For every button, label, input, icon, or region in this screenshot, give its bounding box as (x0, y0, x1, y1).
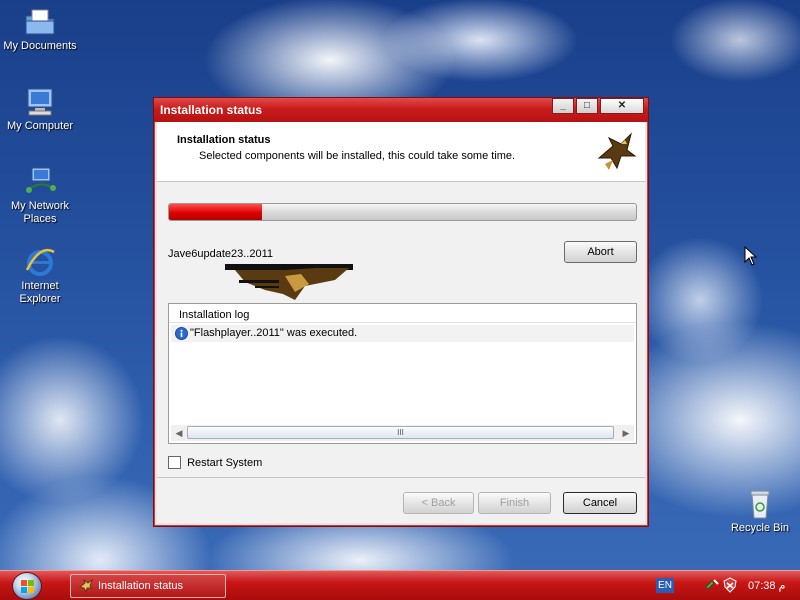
installer-app-icon (79, 579, 93, 593)
desktop-icon-recycle-bin[interactable]: Recycle Bin (720, 488, 800, 535)
computer-icon (27, 88, 53, 116)
eagle-artifact-icon (225, 264, 353, 300)
start-button[interactable] (12, 572, 42, 600)
desktop-icon-label: My Network Places (10, 200, 70, 225)
folder-documents-icon (25, 9, 55, 35)
scroll-thumb[interactable]: III (187, 426, 614, 439)
taskbar: Installation status EN 07:38 م (0, 570, 800, 600)
log-entry-text: "Flashplayer..2011" was executed. (190, 327, 358, 339)
recycle-bin-icon (750, 490, 770, 519)
safely-remove-hardware-icon[interactable] (704, 577, 720, 593)
close-button[interactable]: ✕ (600, 98, 644, 114)
minimize-icon: _ (560, 100, 566, 111)
header-title: Installation status (177, 134, 271, 146)
window-client: Installation status Selected components … (157, 122, 645, 523)
finish-button[interactable]: Finish (478, 492, 551, 514)
progress-fill (169, 204, 263, 220)
title-bar[interactable]: Installation status _ □ ✕ (154, 98, 648, 122)
desktop-icon-my-computer[interactable]: My Computer (0, 86, 80, 133)
log-header-label: Installation log (179, 309, 250, 321)
desktop-icon-network-places[interactable]: My Network Places (0, 166, 80, 226)
installation-log: Installation log "Flashplayer..2011" was… (168, 303, 637, 444)
restart-system-option[interactable]: Restart System (168, 456, 262, 469)
clock[interactable]: 07:38 م (748, 579, 785, 592)
network-icon (26, 167, 56, 193)
footer-divider (157, 477, 645, 478)
installation-progress-bar (168, 203, 637, 221)
abort-button[interactable]: Abort (564, 241, 637, 263)
window-title: Installation status (160, 103, 263, 117)
maximize-button[interactable]: □ (576, 98, 598, 114)
current-file-label: Jave6update23..2011 (168, 248, 273, 260)
desktop-icon-label: Internet Explorer (19, 280, 61, 305)
header-subtitle: Selected components will be installed, t… (199, 150, 516, 162)
scroll-right-icon[interactable]: ▶ (620, 427, 632, 439)
back-button[interactable]: < Back (403, 492, 474, 514)
close-icon: ✕ (617, 100, 627, 111)
desktop-icon-my-documents[interactable]: My Documents (0, 6, 80, 53)
maximize-icon: □ (583, 100, 591, 111)
desktop-icon-label: Recycle Bin (730, 522, 790, 534)
cancel-button[interactable]: Cancel (563, 492, 637, 514)
info-icon (175, 327, 188, 340)
horizontal-scrollbar[interactable]: ◀ III ▶ (171, 425, 634, 441)
installer-window: Installation status _ □ ✕ Installation s… (153, 97, 649, 527)
windows-logo-icon (21, 580, 34, 593)
eagle-logo-icon (597, 132, 637, 170)
desktop-icon-label: My Computer (6, 120, 74, 132)
header-panel: Installation status Selected components … (157, 122, 645, 182)
taskbar-item-installation-status[interactable]: Installation status (70, 574, 226, 598)
desktop-icon-label: My Documents (3, 40, 77, 52)
restart-system-checkbox[interactable] (168, 456, 181, 469)
taskbar-item-label: Installation status (98, 580, 183, 592)
log-entry[interactable]: "Flashplayer..2011" was executed. (171, 325, 634, 342)
language-indicator[interactable]: EN (656, 578, 674, 593)
mouse-cursor-icon (744, 246, 758, 266)
log-header: Installation log (169, 304, 636, 323)
minimize-button[interactable]: _ (552, 98, 574, 114)
internet-explorer-icon (25, 248, 55, 276)
desktop-icon-internet-explorer[interactable]: Internet Explorer (0, 246, 80, 306)
scroll-left-icon[interactable]: ◀ (173, 427, 185, 439)
security-shield-icon[interactable] (722, 577, 738, 593)
restart-system-label: Restart System (187, 456, 263, 469)
